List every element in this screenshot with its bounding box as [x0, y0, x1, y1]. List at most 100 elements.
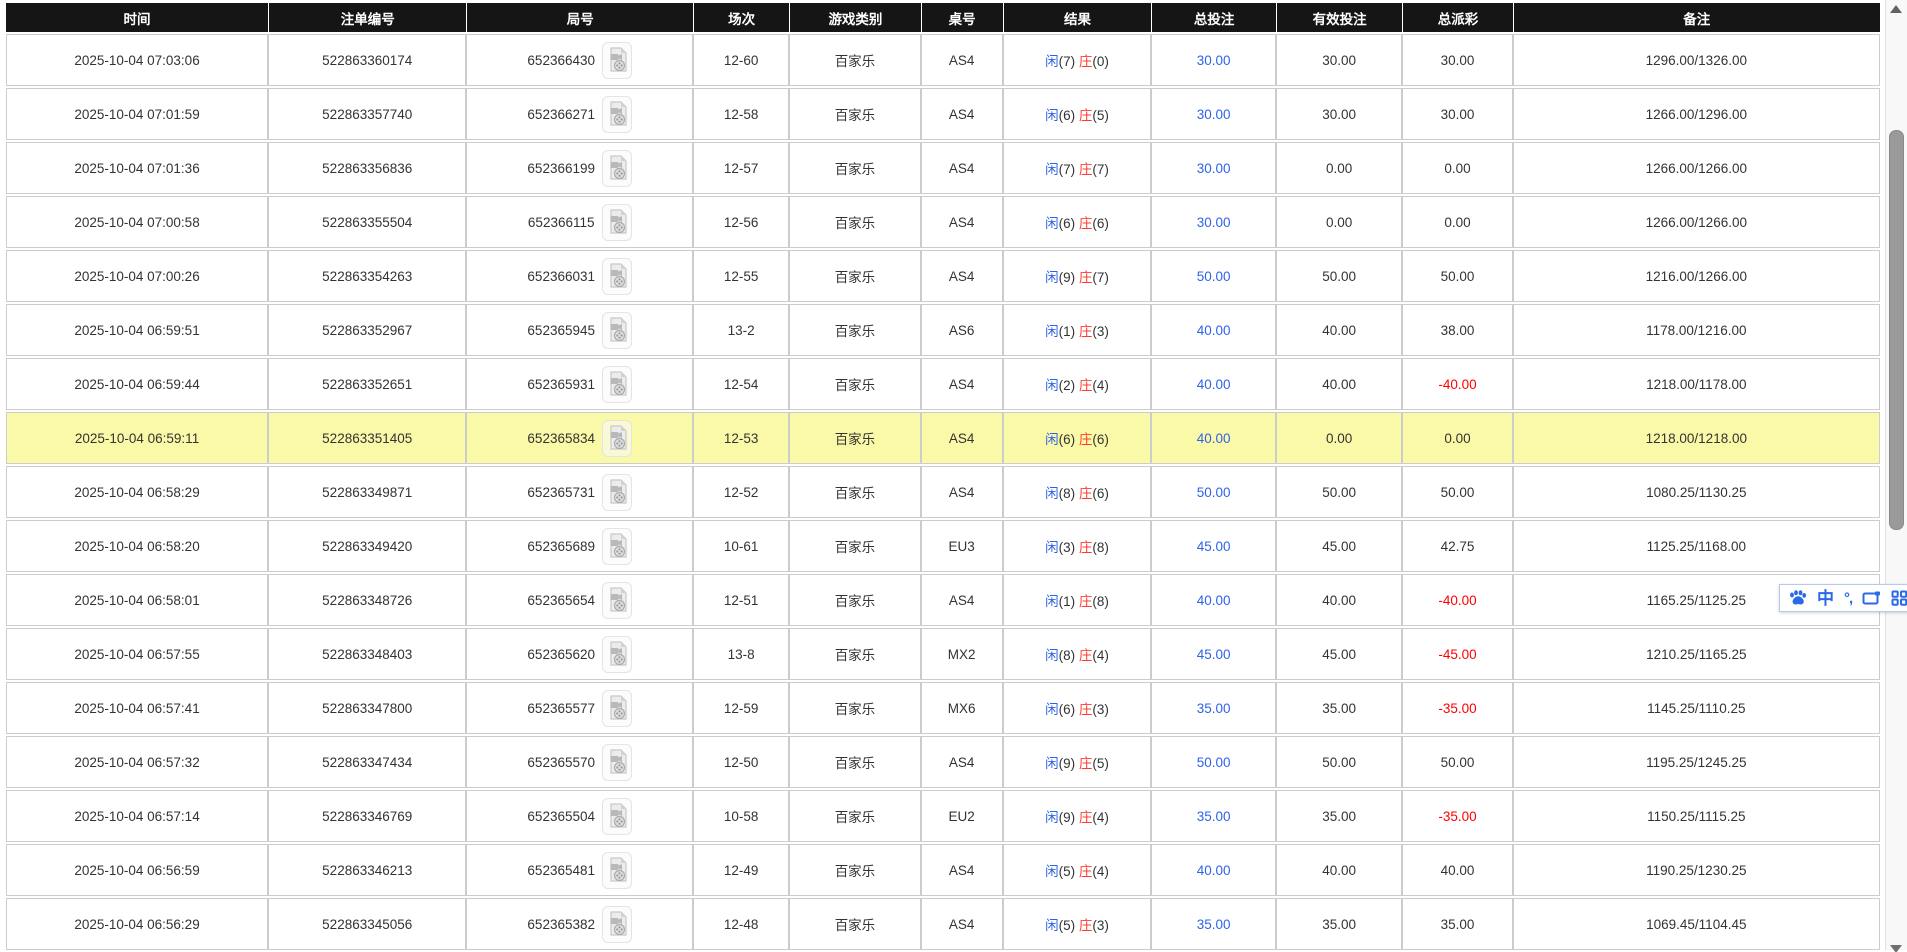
table-row[interactable]: 2025-10-04 06:56:29522863345056652365382…: [6, 898, 1880, 950]
cell-total-bet-link[interactable]: 30.00: [1151, 88, 1275, 140]
cell-game-type: 百家乐: [789, 574, 921, 626]
cell-valid-bet: 50.00: [1276, 736, 1402, 788]
round-id-text: 652365382: [527, 917, 595, 932]
video-record-icon: [607, 695, 627, 721]
cell-round-id: 652365504: [466, 790, 693, 842]
cell-bet-id: 522863351405: [268, 412, 466, 464]
paw-icon[interactable]: [1789, 590, 1807, 606]
table-row[interactable]: 2025-10-04 06:58:29522863349871652365731…: [6, 466, 1880, 518]
video-record-icon: [607, 479, 627, 505]
player-label: 闲: [1045, 810, 1059, 825]
cell-total-payout: 42.75: [1402, 520, 1512, 572]
cell-total-bet-link[interactable]: 45.00: [1151, 628, 1275, 680]
table-row[interactable]: 2025-10-04 06:57:14522863346769652365504…: [6, 790, 1880, 842]
cell-total-bet-link[interactable]: 30.00: [1151, 34, 1275, 86]
cell-bet-id: 522863354263: [268, 250, 466, 302]
cell-time: 2025-10-04 06:58:20: [6, 520, 268, 572]
video-record-icon: [607, 533, 627, 559]
cell-total-bet-link[interactable]: 40.00: [1151, 412, 1275, 464]
video-replay-button[interactable]: [602, 528, 632, 565]
player-label: 闲: [1045, 108, 1059, 123]
table-row[interactable]: 2025-10-04 07:00:26522863354263652366031…: [6, 250, 1880, 302]
video-replay-button[interactable]: [602, 312, 632, 349]
vertical-scrollbar[interactable]: [1885, 0, 1907, 950]
video-replay-button[interactable]: [602, 150, 632, 187]
video-replay-button[interactable]: [602, 42, 632, 79]
video-replay-button[interactable]: [602, 906, 632, 943]
table-row[interactable]: 2025-10-04 07:03:06522863360174652366430…: [6, 34, 1880, 86]
cell-total-bet-link[interactable]: 30.00: [1151, 142, 1275, 194]
cell-total-bet-link[interactable]: 45.00: [1151, 520, 1275, 572]
apps-grid-icon[interactable]: [1891, 590, 1907, 606]
cell-time: 2025-10-04 06:58:29: [6, 466, 268, 518]
cell-total-bet-link[interactable]: 35.00: [1151, 790, 1275, 842]
cell-valid-bet: 40.00: [1276, 304, 1402, 356]
player-label: 闲: [1045, 216, 1059, 231]
video-replay-button[interactable]: [602, 636, 632, 673]
player-label: 闲: [1045, 648, 1059, 663]
banker-label: 庄: [1079, 810, 1093, 825]
table-row[interactable]: 2025-10-04 07:00:58522863355504652366115…: [6, 196, 1880, 248]
video-replay-button[interactable]: [602, 852, 632, 889]
cell-total-bet-link[interactable]: 50.00: [1151, 250, 1275, 302]
cell-table-no: EU2: [921, 790, 1003, 842]
table-row[interactable]: 2025-10-04 06:58:20522863349420652365689…: [6, 520, 1880, 572]
table-row[interactable]: 2025-10-04 06:59:44522863352651652365931…: [6, 358, 1880, 410]
cell-session: 12-51: [693, 574, 789, 626]
cell-total-bet-link[interactable]: 40.00: [1151, 844, 1275, 896]
screenshot-icon[interactable]: [1862, 590, 1881, 606]
banker-label: 庄: [1079, 648, 1093, 663]
cell-game-type: 百家乐: [789, 844, 921, 896]
scrollbar-up-arrow-icon[interactable]: [1890, 5, 1902, 13]
table-row[interactable]: 2025-10-04 07:01:36522863356836652366199…: [6, 142, 1880, 194]
round-id-text: 652366115: [528, 215, 595, 230]
cell-total-bet-link[interactable]: 30.00: [1151, 196, 1275, 248]
player-label: 闲: [1045, 324, 1059, 339]
video-replay-button[interactable]: [602, 474, 632, 511]
table-row[interactable]: 2025-10-04 06:59:11522863351405652365834…: [6, 412, 1880, 464]
banker-label: 庄: [1079, 162, 1093, 177]
banker-points: (5): [1092, 108, 1109, 123]
video-replay-button[interactable]: [602, 690, 632, 727]
table-row[interactable]: 2025-10-04 06:57:55522863348403652365620…: [6, 628, 1880, 680]
pinyin-punct-icon[interactable]: °,: [1844, 591, 1852, 606]
cell-result: 闲(5) 庄(3): [1003, 898, 1152, 950]
cell-game-type: 百家乐: [789, 736, 921, 788]
cell-total-payout: -40.00: [1402, 358, 1512, 410]
cell-table-no: AS4: [921, 412, 1003, 464]
cell-total-bet-link[interactable]: 40.00: [1151, 358, 1275, 410]
scrollbar-thumb[interactable]: [1889, 130, 1904, 530]
cell-total-bet-link[interactable]: 35.00: [1151, 682, 1275, 734]
table-row[interactable]: 2025-10-04 06:57:32522863347434652365570…: [6, 736, 1880, 788]
cell-total-bet-link[interactable]: 40.00: [1151, 574, 1275, 626]
table-row[interactable]: 2025-10-04 06:58:01522863348726652365654…: [6, 574, 1880, 626]
video-replay-button[interactable]: [602, 420, 632, 457]
video-record-icon: [607, 425, 627, 451]
chinese-translate-icon[interactable]: 中: [1817, 590, 1834, 607]
column-header-total_bet: 总投注: [1151, 3, 1275, 32]
cell-round-id: 652365654: [466, 574, 693, 626]
table-row[interactable]: 2025-10-04 07:01:59522863357740652366271…: [6, 88, 1880, 140]
cell-total-bet-link[interactable]: 50.00: [1151, 736, 1275, 788]
table-row[interactable]: 2025-10-04 06:59:51522863352967652365945…: [6, 304, 1880, 356]
video-replay-button[interactable]: [602, 366, 632, 403]
video-replay-button[interactable]: [602, 204, 632, 241]
cell-table-no: AS4: [921, 466, 1003, 518]
cell-valid-bet: 40.00: [1276, 844, 1402, 896]
cell-round-id: 652365731: [466, 466, 693, 518]
video-replay-button[interactable]: [602, 582, 632, 619]
cell-total-bet-link[interactable]: 40.00: [1151, 304, 1275, 356]
video-replay-button[interactable]: [602, 798, 632, 835]
video-replay-button[interactable]: [602, 258, 632, 295]
video-replay-button[interactable]: [602, 96, 632, 133]
table-row[interactable]: 2025-10-04 06:56:59522863346213652365481…: [6, 844, 1880, 896]
player-points: (8): [1059, 648, 1079, 663]
cell-total-bet-link[interactable]: 50.00: [1151, 466, 1275, 518]
cell-total-bet-link[interactable]: 35.00: [1151, 898, 1275, 950]
cell-remark: 1145.25/1110.25: [1513, 682, 1880, 734]
cell-bet-id: 522863349871: [268, 466, 466, 518]
cell-time: 2025-10-04 06:56:59: [6, 844, 268, 896]
video-replay-button[interactable]: [602, 744, 632, 781]
table-row[interactable]: 2025-10-04 06:57:41522863347800652365577…: [6, 682, 1880, 734]
cell-valid-bet: 40.00: [1276, 358, 1402, 410]
